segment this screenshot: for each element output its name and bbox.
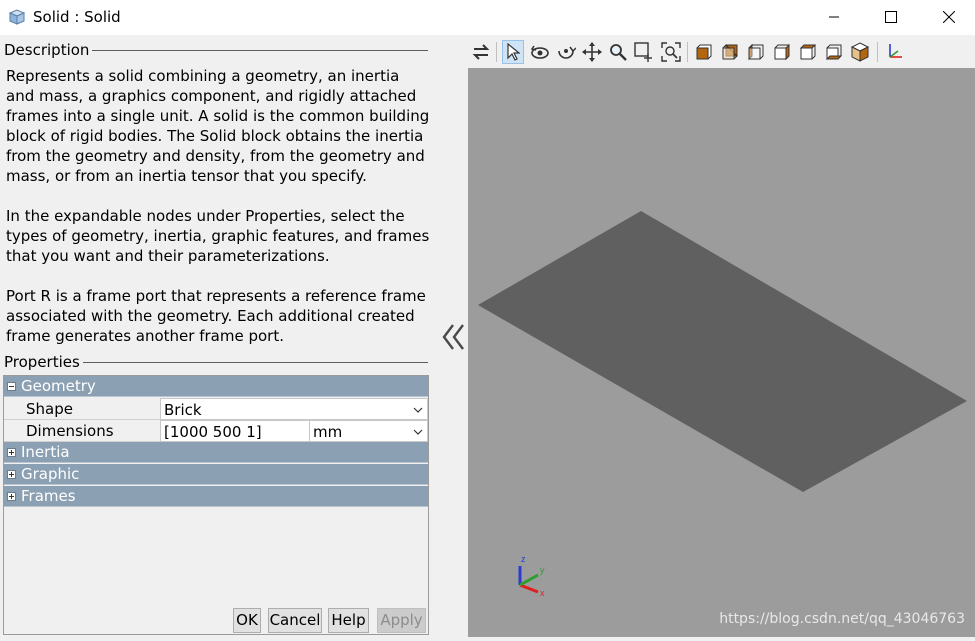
parameters-panel: Description Represents a solid combining… <box>0 36 436 637</box>
dimensions-label: Dimensions <box>4 420 160 442</box>
minimize-icon <box>829 16 839 18</box>
apply-button[interactable]: Apply <box>377 608 426 633</box>
shape-label: Shape <box>4 398 160 420</box>
group-geometry[interactable]: Geometry <box>4 376 428 397</box>
isometric-view-button[interactable] <box>849 40 871 64</box>
group-label: Inertia <box>21 443 70 461</box>
description-text: Represents a solid combining a geometry,… <box>6 66 430 366</box>
group-frames[interactable]: Frames <box>4 486 428 507</box>
select-pointer-icon <box>507 43 520 61</box>
close-icon <box>943 11 955 23</box>
expand-icon[interactable] <box>7 470 16 479</box>
zoom-icon <box>610 44 627 61</box>
maximize-icon <box>885 11 897 23</box>
shape-value: Brick <box>164 401 202 419</box>
group-label: Geometry <box>21 377 96 395</box>
axis-triad: z y x <box>518 554 545 598</box>
chevron-down-icon <box>413 429 423 435</box>
swap-icon <box>472 44 490 60</box>
z-axis-label: z <box>521 554 526 564</box>
dimensions-unit-select[interactable]: mm <box>309 420 428 442</box>
front-view-button[interactable] <box>693 40 715 64</box>
collapse-icon[interactable] <box>7 382 16 391</box>
description-heading: Description <box>4 41 93 59</box>
toolbar-separator <box>877 42 878 62</box>
back-view-button[interactable] <box>719 40 741 64</box>
top-view-button[interactable] <box>797 40 819 64</box>
help-button[interactable]: Help <box>328 608 369 633</box>
pan-icon <box>582 42 602 62</box>
3d-viewport[interactable]: z y x https://blog.csdn.net/qq_43046763 <box>468 68 975 637</box>
group-label: Frames <box>21 487 76 505</box>
bottom-view-icon <box>825 44 843 60</box>
dimensions-unit: mm <box>313 423 343 441</box>
fit-to-view-icon <box>661 42 681 62</box>
left-view-button[interactable] <box>745 40 767 64</box>
zoom-box-icon <box>634 42 652 62</box>
description-paragraph: In the expandable nodes under Properties… <box>6 207 430 265</box>
dimensions-value: [1000 500 1] <box>164 423 262 441</box>
right-view-icon <box>774 43 790 61</box>
triad-button[interactable] <box>883 40 905 64</box>
dimensions-row: Dimensions [1000 500 1] mm <box>4 420 428 442</box>
group-label: Graphic <box>21 465 80 483</box>
toolbar-separator <box>496 42 497 62</box>
group-graphic[interactable]: Graphic <box>4 464 428 485</box>
watermark: https://blog.csdn.net/qq_43046763 <box>719 611 965 627</box>
description-divider <box>88 50 428 51</box>
roll-button[interactable] <box>555 40 577 64</box>
rotate-icon <box>530 45 549 59</box>
zoom-box-button[interactable] <box>633 40 655 64</box>
group-inertia[interactable]: Inertia <box>4 442 428 463</box>
title-bar: Solid : Solid <box>0 0 975 35</box>
properties-heading: Properties <box>4 353 83 371</box>
rotate-button[interactable] <box>529 40 551 64</box>
select-button[interactable] <box>502 40 524 64</box>
roll-icon <box>558 46 576 59</box>
y-axis-label: y <box>540 565 545 575</box>
x-axis-label: x <box>540 588 545 598</box>
brick-solid <box>478 211 967 492</box>
shape-select[interactable]: Brick <box>160 398 428 420</box>
ok-button[interactable]: OK <box>233 608 261 633</box>
bottom-view-button[interactable] <box>823 40 845 64</box>
expand-icon[interactable] <box>7 448 16 457</box>
description-paragraph: Represents a solid combining a geometry,… <box>6 67 430 185</box>
shape-row: Shape Brick <box>4 398 428 420</box>
top-view-icon <box>799 44 817 60</box>
window-title: Solid : Solid <box>33 8 121 26</box>
back-view-icon <box>722 44 738 60</box>
triad-icon <box>889 44 902 58</box>
zoom-button[interactable] <box>607 40 629 64</box>
swap-button[interactable] <box>470 40 492 64</box>
cancel-button[interactable]: Cancel <box>268 608 322 633</box>
close-button[interactable] <box>920 0 975 34</box>
maximize-button[interactable] <box>862 0 920 34</box>
isometric-view-icon <box>850 42 870 62</box>
chevron-down-icon <box>413 407 423 413</box>
y-axis <box>519 573 539 587</box>
dimensions-input[interactable]: [1000 500 1] <box>160 420 310 442</box>
left-view-icon <box>748 43 764 61</box>
expand-icon[interactable] <box>7 492 16 501</box>
viewport-canvas: z y x <box>478 211 967 598</box>
pan-button[interactable] <box>581 40 603 64</box>
solid-block-icon <box>8 9 26 25</box>
x-axis <box>519 583 539 594</box>
collapse-panel-icon[interactable] <box>441 322 467 352</box>
right-view-button[interactable] <box>771 40 793 64</box>
minimize-button[interactable] <box>805 0 863 34</box>
fit-to-view-button[interactable] <box>660 40 682 64</box>
properties-divider <box>82 362 428 363</box>
front-view-icon <box>696 44 712 60</box>
description-paragraph: Port R is a frame port that represents a… <box>6 287 426 345</box>
properties-tree: Geometry Shape Brick Dimensions [1000 50… <box>3 375 429 635</box>
toolbar-separator <box>687 42 688 62</box>
